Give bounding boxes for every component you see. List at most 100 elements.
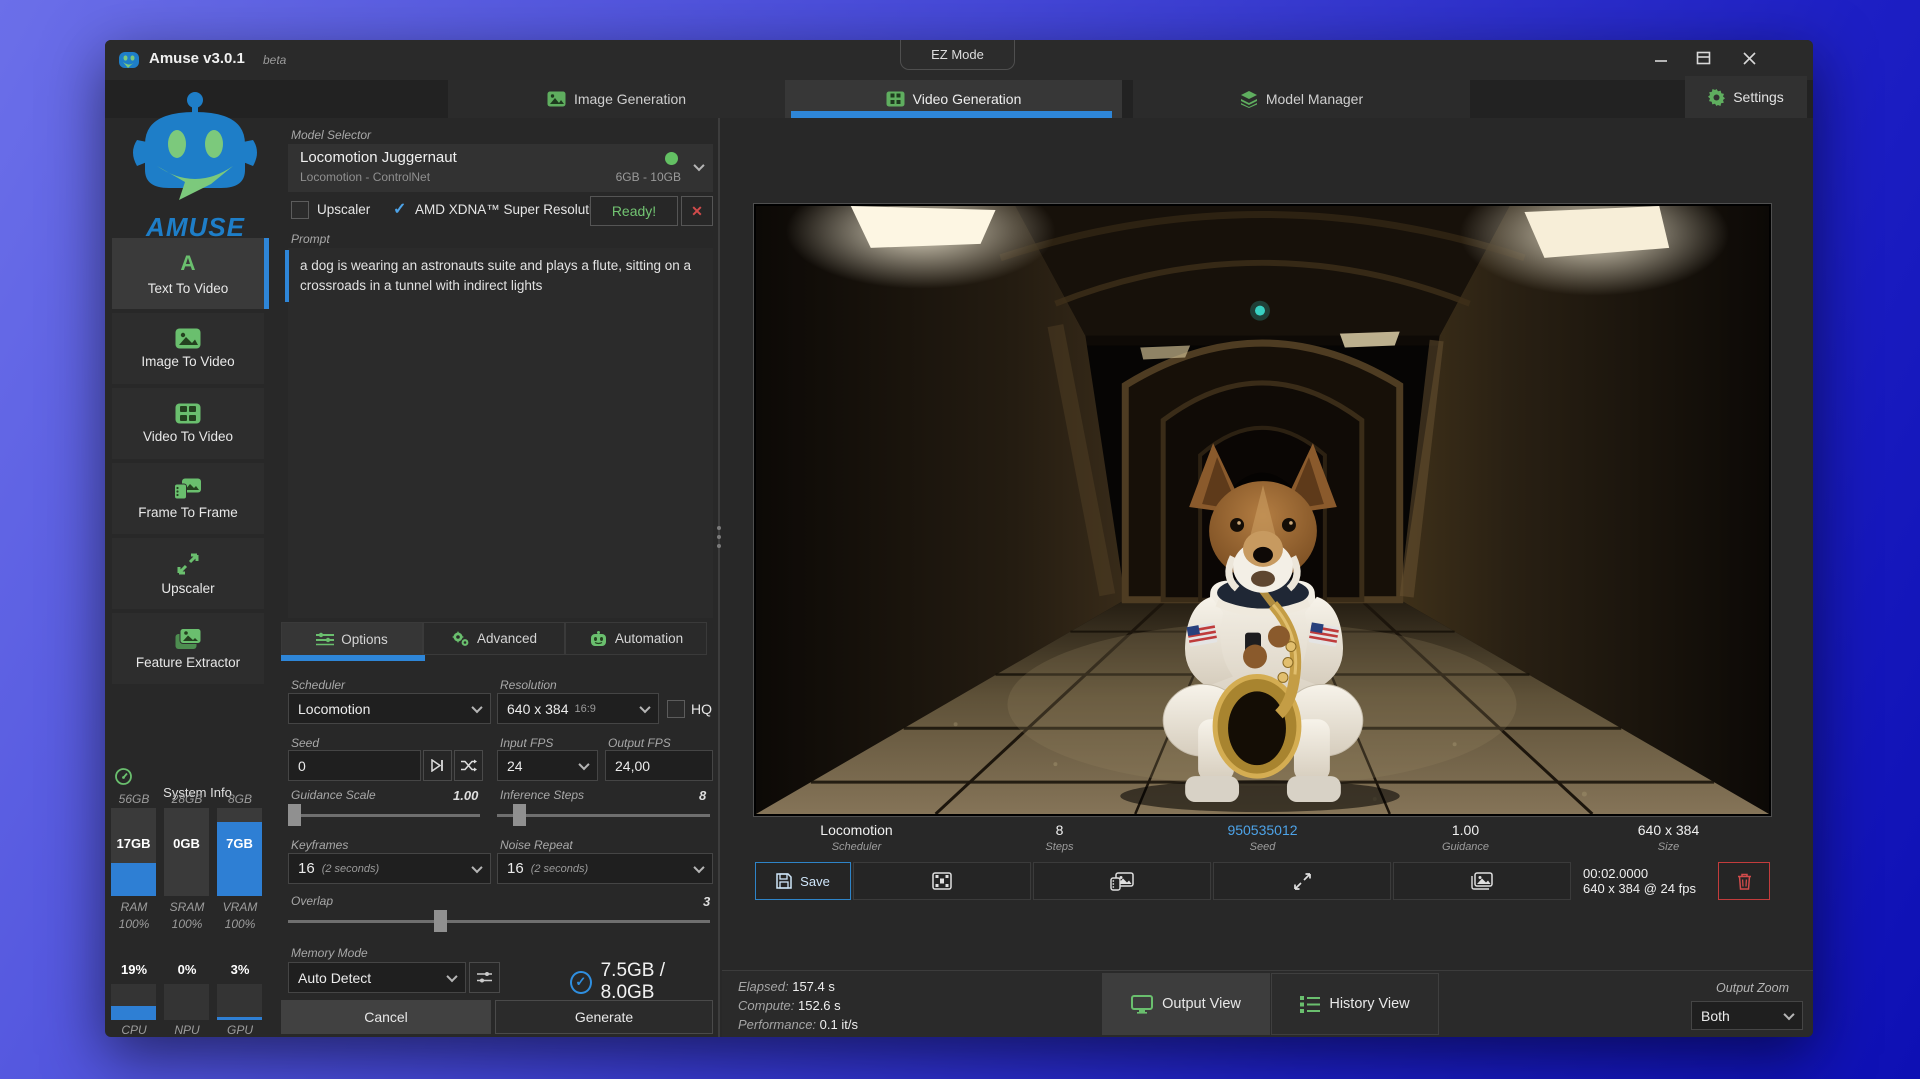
seed-label: Seed <box>291 736 319 750</box>
text-to-video-icon: A <box>180 252 195 276</box>
chevron-down-icon <box>693 160 704 171</box>
generate-button[interactable]: Generate <box>495 1000 713 1034</box>
output-view-button[interactable]: Output View <box>1102 973 1270 1035</box>
panel-splitter[interactable] <box>718 118 720 1037</box>
seed-value: 0 <box>298 758 306 774</box>
seed-step-button[interactable] <box>423 750 452 781</box>
chevron-down-icon <box>693 861 704 872</box>
cpu-bar-fill <box>111 1006 156 1020</box>
upscaler-checkbox[interactable] <box>291 201 309 219</box>
robot-logo-icon <box>123 92 268 210</box>
settings-button[interactable]: Settings <box>1685 76 1807 118</box>
slider-thumb[interactable] <box>434 910 447 932</box>
overlap-label: Overlap <box>291 894 333 908</box>
meta-value: 640 x 384 <box>1567 822 1770 838</box>
unload-model-button[interactable]: ✕ <box>681 196 713 226</box>
tab-image-generation[interactable]: Image Generation <box>448 80 785 118</box>
upscale-output-button[interactable] <box>1213 862 1391 900</box>
upscaler-checkbox-label: Upscaler <box>317 202 370 217</box>
video-to-image-icon <box>1110 872 1134 891</box>
close-button[interactable] <box>1729 40 1769 76</box>
seed-randomize-button[interactable] <box>454 750 483 781</box>
slider-thumb[interactable] <box>288 804 301 826</box>
xdna-check-icon: ✓ <box>393 199 406 219</box>
vram-pct: 100% <box>217 917 263 931</box>
save-button[interactable]: Save <box>755 862 851 900</box>
guidance-scale-slider[interactable] <box>288 814 480 817</box>
seed-input[interactable]: 0 <box>288 750 421 781</box>
inference-steps-slider[interactable] <box>497 814 710 817</box>
film-strip-icon <box>932 872 952 890</box>
tab-automation[interactable]: Automation <box>565 622 707 655</box>
stat-value: 0.1 it/s <box>820 1017 858 1032</box>
feature-extractor-icon <box>175 628 202 650</box>
sidebar-item-text-to-video[interactable]: A Text To Video <box>112 238 264 309</box>
export-video-button[interactable] <box>853 862 1031 900</box>
keyframes-value: 16 <box>298 860 315 877</box>
resolution-select[interactable]: 640 x 384 16:9 <box>497 693 659 724</box>
input-fps-select[interactable]: 24 <box>497 750 598 781</box>
film-icon <box>886 91 905 107</box>
sidebar-item-feature-extractor[interactable]: Feature Extractor <box>112 613 264 684</box>
output-fps-label: Output FPS <box>608 736 671 750</box>
inference-steps-value: 8 <box>699 788 706 803</box>
tab-advanced[interactable]: Advanced <box>423 622 565 655</box>
output-fps-input[interactable]: 24,00 <box>605 750 713 781</box>
memory-mode-select[interactable]: Auto Detect <box>288 962 466 993</box>
overlap-value: 3 <box>703 894 710 909</box>
memory-tune-button[interactable] <box>469 962 500 993</box>
sidebar-item-upscaler[interactable]: Upscaler <box>112 538 264 609</box>
cancel-button[interactable]: Cancel <box>281 1000 491 1034</box>
shuffle-icon <box>461 759 477 772</box>
meta-label: Seed <box>1161 841 1364 853</box>
sidebar-item-frame-to-frame[interactable]: Frame To Frame <box>112 463 264 534</box>
gpu-bar-fill <box>217 1017 262 1020</box>
minimize-button[interactable] <box>1641 40 1681 76</box>
meta-value: Locomotion <box>755 822 958 838</box>
amuse-logo: AMUSE <box>123 92 268 242</box>
tab-video-generation[interactable]: Video Generation <box>785 80 1122 118</box>
export-frames-button[interactable] <box>1033 862 1211 900</box>
robot-icon <box>589 631 608 646</box>
slider-thumb[interactable] <box>513 804 526 826</box>
seed-link[interactable]: 950535012 <box>1161 822 1364 838</box>
status-bar: Elapsed: 157.4 s Compute: 152.6 s Perfor… <box>722 970 1813 1037</box>
tune-sliders-icon <box>477 971 492 984</box>
history-view-button[interactable]: History View <box>1271 973 1439 1035</box>
ez-mode-button[interactable]: EZ Mode <box>900 40 1015 70</box>
delete-output-button[interactable] <box>1718 862 1770 900</box>
overlap-slider[interactable] <box>288 920 710 923</box>
output-fps-value: 24,00 <box>615 758 650 774</box>
maximize-button[interactable] <box>1683 40 1723 76</box>
frame-to-frame-icon <box>174 478 202 500</box>
ready-status-button[interactable]: Ready! <box>590 196 678 226</box>
scheduler-select[interactable]: Locomotion <box>288 693 491 724</box>
gear-icon <box>1708 89 1725 106</box>
model-selector-dropdown[interactable]: Locomotion Juggernaut Locomotion - Contr… <box>288 144 713 192</box>
keyframes-select[interactable]: 16 (2 seconds) <box>288 853 491 884</box>
tab-options[interactable]: Options <box>281 622 423 655</box>
gpu-label: GPU <box>217 1023 263 1037</box>
sidebar-item-video-to-video[interactable]: Video To Video <box>112 388 264 459</box>
noise-repeat-select[interactable]: 16 (2 seconds) <box>497 853 713 884</box>
sram-pct: 100% <box>164 917 210 931</box>
meta-size: 640 x 384 Size <box>1567 822 1770 853</box>
prompt-input[interactable]: a dog is wearing an astronauts suite and… <box>288 248 713 618</box>
prompt-focus-bar <box>285 250 289 302</box>
image-icon <box>547 91 566 107</box>
app-robot-icon <box>117 48 141 72</box>
sidebar-item-label: Video To Video <box>143 429 233 444</box>
hq-checkbox[interactable] <box>667 700 685 718</box>
prompt-text: a dog is wearing an astronauts suite and… <box>288 248 713 303</box>
vram-capacity: 8GB <box>217 792 263 806</box>
monitor-icon <box>1131 995 1153 1014</box>
layers-icon <box>1240 91 1258 108</box>
sidebar-item-image-to-video[interactable]: Image To Video <box>112 313 264 384</box>
performance-stat: Performance: 0.1 it/s <box>738 1015 858 1034</box>
floppy-icon <box>776 873 792 889</box>
output-zoom-select[interactable]: Both <box>1691 1001 1803 1030</box>
tab-model-manager[interactable]: Model Manager <box>1133 80 1470 118</box>
generated-video-frame[interactable] <box>756 206 1769 814</box>
image-to-video-icon <box>175 328 201 349</box>
gallery-button[interactable] <box>1393 862 1571 900</box>
